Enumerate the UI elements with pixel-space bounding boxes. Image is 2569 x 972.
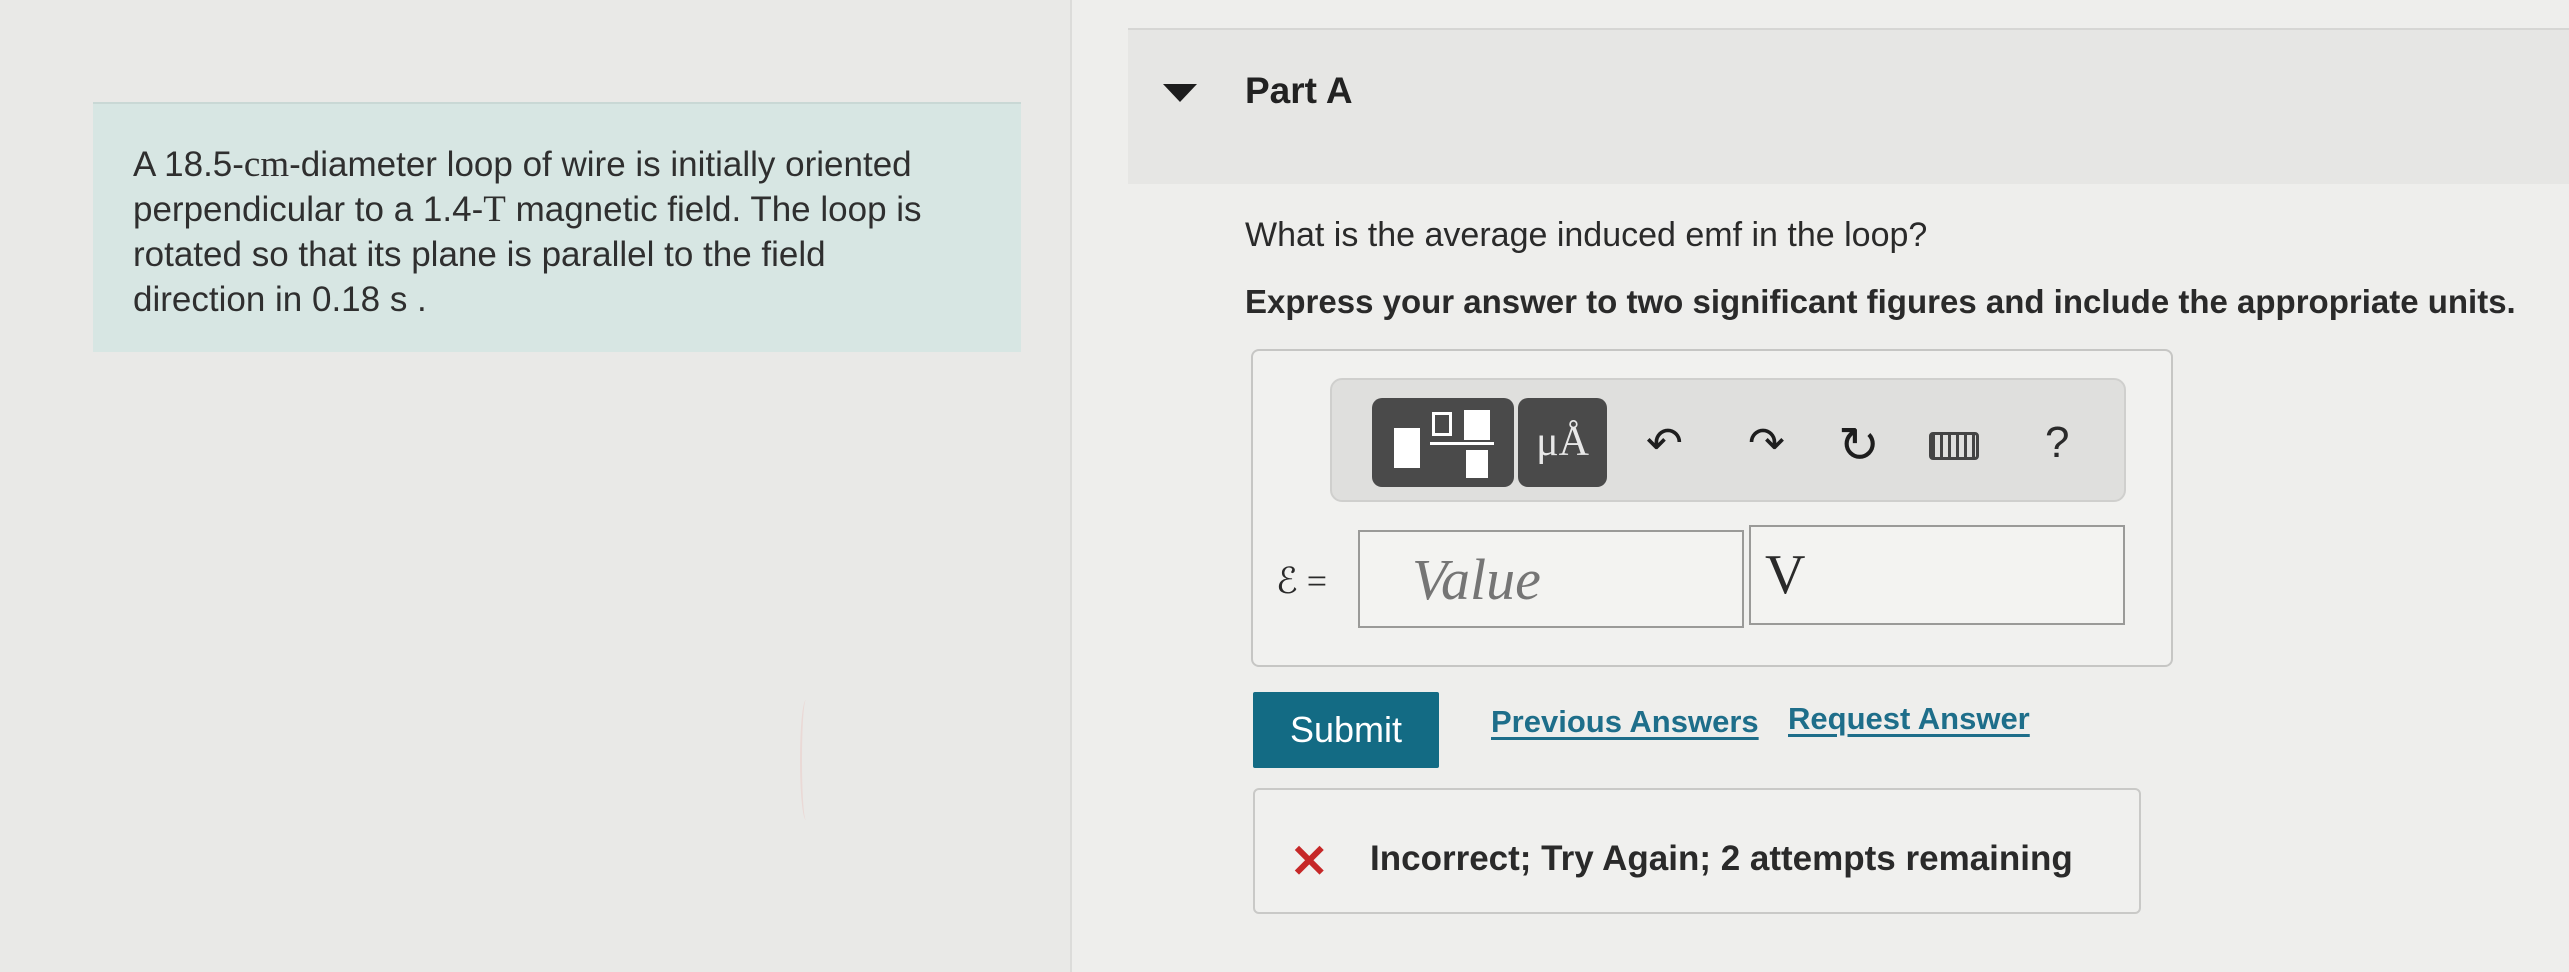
problem-line-2: perpendicular to a 1.4-T magnetic field.… [133, 189, 922, 230]
keyboard-icon[interactable] [1929, 432, 1979, 460]
undo-icon[interactable]: ↶ [1646, 422, 1683, 466]
request-answer-link[interactable]: Request Answer [1788, 701, 2030, 737]
problem-line-4: direction in 0.18 s . [133, 280, 427, 319]
help-icon[interactable]: ? [2045, 418, 2069, 468]
template-box-icon [1394, 428, 1420, 468]
fraction-numerator-icon [1432, 412, 1452, 436]
question-text: What is the average induced emf in the l… [1245, 216, 1928, 254]
problem-statement: A 18.5-cm-diameter loop of wire is initi… [93, 102, 1021, 352]
fraction-bar-icon [1430, 442, 1494, 445]
redo-icon[interactable]: ↷ [1748, 422, 1785, 466]
paper-mark [800, 700, 812, 820]
units-button[interactable]: μÅ [1518, 398, 1607, 487]
incorrect-x-icon: ✕ [1290, 835, 1329, 887]
reset-icon[interactable]: ↻ [1838, 420, 1880, 470]
value-input[interactable] [1358, 530, 1744, 628]
part-title[interactable]: Part A [1245, 70, 1353, 112]
fraction-top-icon [1464, 410, 1490, 440]
fraction-bottom-icon [1466, 450, 1488, 478]
collapse-caret-icon[interactable] [1163, 84, 1197, 102]
templates-button[interactable] [1372, 398, 1514, 487]
submit-button[interactable]: Submit [1253, 692, 1439, 768]
emf-label: ℰ = [1276, 561, 1328, 601]
previous-answers-link[interactable]: Previous Answers [1491, 704, 1759, 740]
unit-input[interactable] [1749, 525, 2125, 625]
problem-line-3: rotated so that its plane is parallel to… [133, 235, 826, 274]
feedback-message: Incorrect; Try Again; 2 attempts remaini… [1370, 839, 2073, 878]
problem-line-1: A 18.5-cm-diameter loop of wire is initi… [133, 144, 912, 185]
instruction-text: Express your answer to two significant f… [1245, 283, 2516, 320]
